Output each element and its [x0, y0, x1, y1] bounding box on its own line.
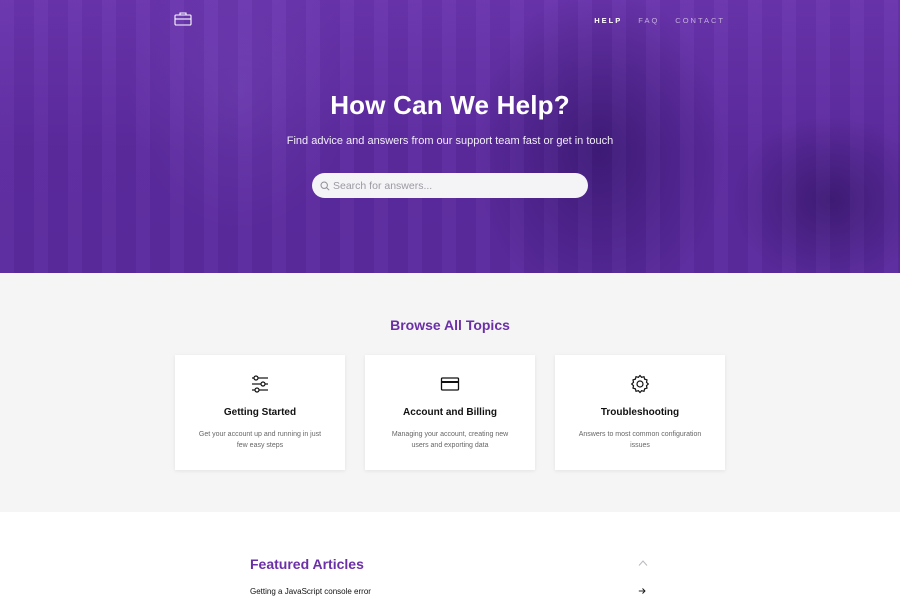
featured-title: Featured Articles: [250, 556, 364, 572]
top-nav: HELP FAQ CONTACT: [578, 16, 725, 25]
briefcase-icon[interactable]: [174, 11, 192, 26]
featured-articles-section: Featured Articles Getting a JavaScript c…: [0, 512, 900, 600]
gear-icon: [630, 374, 650, 394]
hero-title: How Can We Help?: [330, 90, 570, 120]
search-input[interactable]: [333, 179, 573, 192]
topic-card-title: Troubleshooting: [600, 407, 680, 418]
topic-card-title: Account and Billing: [403, 407, 497, 418]
arrow-right-icon: [638, 588, 646, 594]
topic-card-getting-started[interactable]: Getting Started Get your account up and …: [175, 355, 345, 470]
nav-item-help[interactable]: HELP: [594, 16, 622, 25]
nav-item-faq[interactable]: FAQ: [638, 16, 659, 25]
topic-card-troubleshooting[interactable]: Troubleshooting Answers to most common c…: [555, 355, 725, 470]
topic-card-title: Getting Started: [223, 407, 297, 418]
topics-section: Browse All Topics Getting Started Get yo…: [0, 273, 900, 512]
chevron-up-icon[interactable]: [638, 559, 648, 567]
topic-card-description: Managing your account, creating new user…: [391, 431, 509, 449]
sliders-icon: [252, 375, 268, 393]
hero-section: HELP FAQ CONTACT How Can We Help? Find a…: [0, 0, 900, 273]
topic-card-account-billing[interactable]: Account and Billing Managing your accoun…: [365, 355, 535, 470]
credit-card-icon: [440, 377, 460, 391]
search-icon: [320, 180, 330, 191]
nav-item-contact[interactable]: CONTACT: [675, 16, 725, 25]
article-link[interactable]: Getting a JavaScript console error: [250, 584, 646, 598]
topic-card-description: Get your account up and running in just …: [198, 431, 322, 449]
topics-title: Browse All Topics: [390, 317, 510, 333]
article-title: Getting a JavaScript console error: [250, 586, 371, 596]
hero-subtitle: Find advice and answers from our support…: [286, 135, 614, 147]
topic-card-description: Answers to most common configuration iss…: [578, 431, 702, 449]
search-bar[interactable]: [312, 173, 588, 198]
